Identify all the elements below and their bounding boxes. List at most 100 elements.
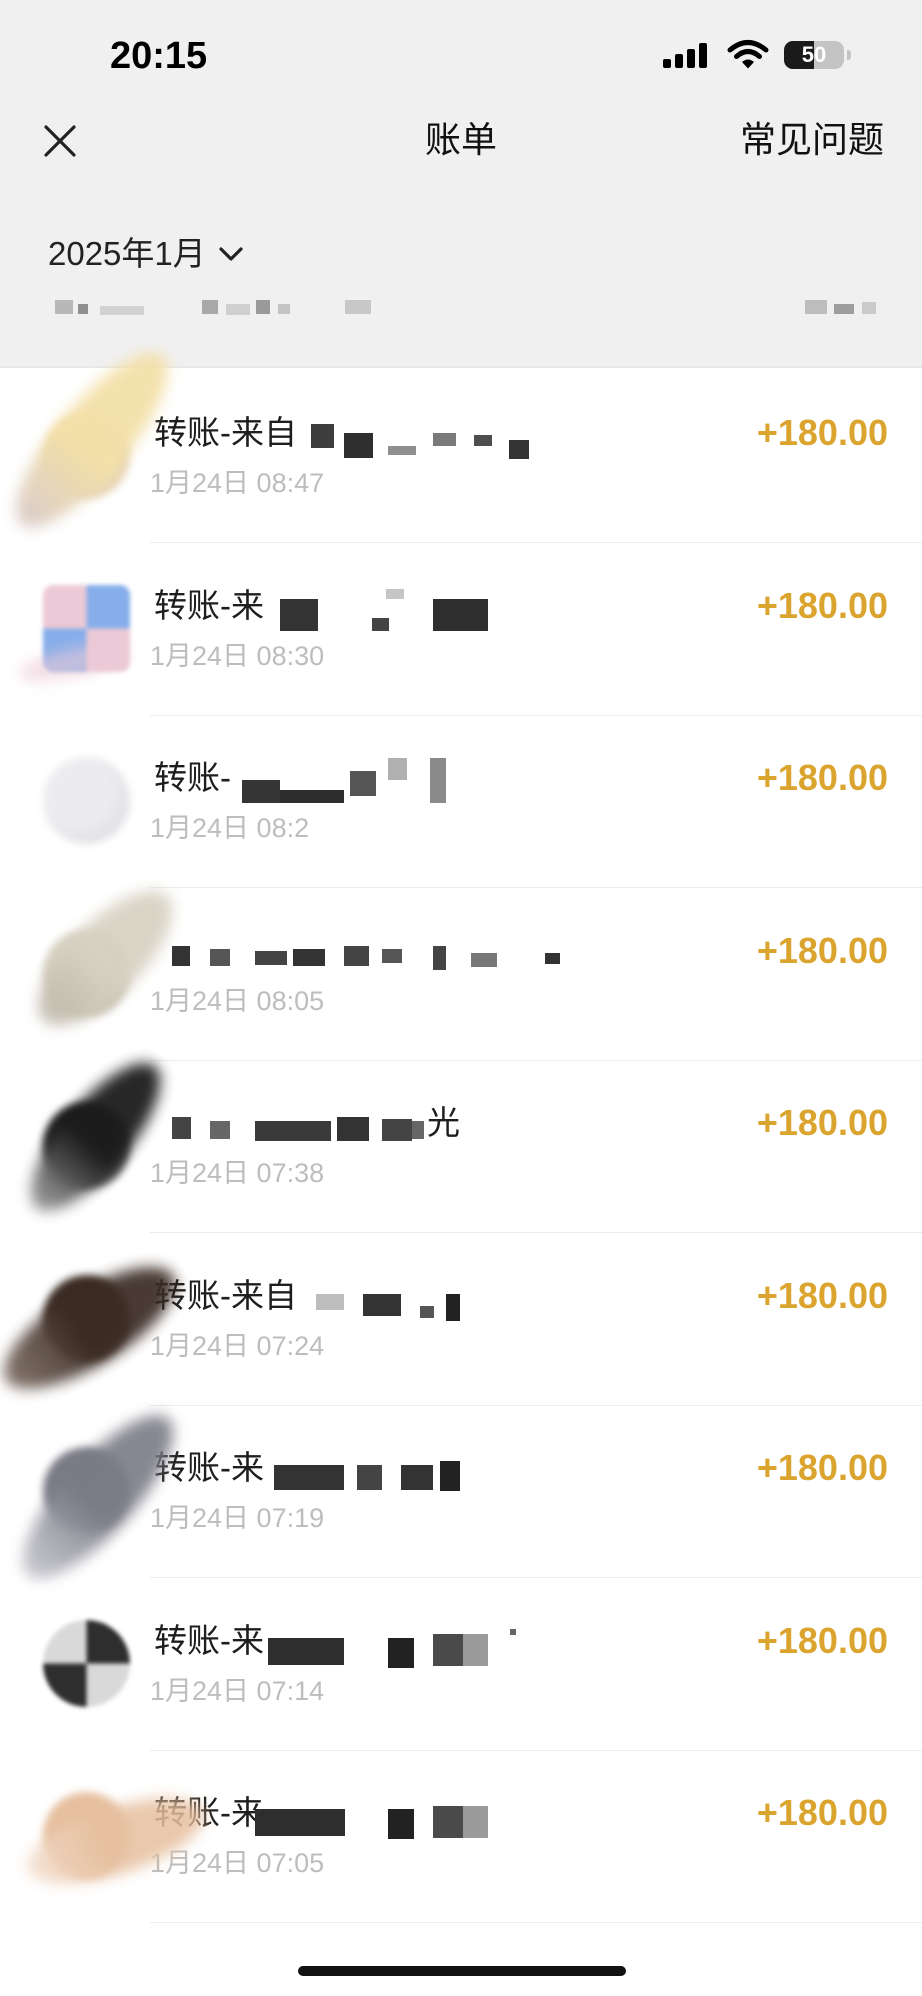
redaction-block [202, 300, 218, 314]
transaction-date: 1月24日 08:30 [150, 640, 325, 671]
redaction-block [382, 1119, 412, 1141]
redaction-mosaic [0, 544, 922, 716]
transaction-amount: +180.00 [756, 929, 888, 971]
redaction-block [471, 952, 497, 967]
transaction-amount: +180.00 [756, 1619, 888, 1661]
transaction-date: 1月24日 07:24 [150, 1330, 325, 1361]
avatar [43, 1102, 130, 1189]
wifi-icon [727, 40, 769, 69]
redaction-block [463, 1633, 488, 1666]
transaction-row[interactable]: 转账- 1月24日 08:2 +180.00 [0, 716, 922, 888]
transaction-date: 1月24日 07:19 [150, 1503, 325, 1533]
redaction-block [274, 1465, 344, 1490]
transaction-row[interactable]: 转账-来 1月24日 08:30 +180.00 [0, 544, 922, 716]
redaction-block [433, 598, 488, 631]
redaction-block [834, 304, 854, 314]
redaction-block [344, 433, 373, 458]
redaction-block [172, 1117, 191, 1139]
redaction-mosaic [0, 1061, 922, 1233]
transaction-title: 转账-来 [154, 586, 264, 624]
redaction-block [280, 790, 344, 803]
redaction-block [210, 1121, 230, 1139]
redaction-block [401, 1465, 433, 1490]
redaction-block [805, 300, 827, 314]
cellular-signal-icon [663, 42, 711, 68]
transaction-title: 转账-来自 [154, 414, 297, 451]
transaction-amount: +180.00 [756, 1102, 888, 1143]
transaction-row[interactable]: 转账-来 1月24日 07:05 +180.00 [0, 1751, 922, 1923]
redaction-block [255, 1809, 345, 1836]
redaction-block [344, 945, 369, 966]
redaction-block [350, 771, 376, 796]
battery-icon: 50 [784, 41, 844, 69]
redaction-block [100, 306, 144, 315]
faq-link[interactable]: 常见问题 [740, 118, 884, 162]
chevron-down-icon [219, 247, 243, 261]
transaction-amount: +180.00 [756, 1792, 888, 1833]
header-divider [0, 366, 922, 368]
redaction-block [255, 1121, 331, 1141]
redaction-mosaic [0, 1751, 922, 1923]
redaction-block [433, 1633, 463, 1666]
redaction-block [357, 1465, 382, 1490]
month-label: 2025年1月 [48, 235, 206, 272]
transaction-amount: +180.00 [756, 584, 888, 626]
avatar [43, 929, 130, 1017]
redaction-block [446, 1293, 460, 1321]
redaction-block [474, 435, 492, 446]
transaction-date: 1月24日 08:47 [150, 468, 325, 498]
transaction-title: 转账-来自 [154, 1276, 297, 1314]
redaction-block [420, 1305, 434, 1318]
transaction-amount: +180.00 [756, 1274, 888, 1316]
redaction-block [388, 1809, 414, 1839]
redaction-block [433, 433, 456, 446]
transaction-date: 1月24日 08:2 [150, 813, 310, 843]
redaction-block [510, 1628, 516, 1635]
redaction-block [278, 304, 290, 314]
transaction-date: 1月24日 07:38 [150, 1158, 325, 1188]
redaction-mosaic [0, 1579, 922, 1751]
transaction-date: 1月24日 07:14 [150, 1675, 325, 1706]
redaction-block [78, 304, 88, 314]
redaction-block [311, 424, 334, 448]
redaction-block [242, 780, 280, 803]
redaction-block [255, 950, 287, 965]
redaction-block [210, 948, 230, 966]
redaction-block [430, 758, 446, 803]
transaction-date: 1月24日 08:05 [150, 985, 325, 1016]
battery-level: 50 [801, 42, 827, 67]
redaction-block [55, 300, 73, 314]
home-indicator[interactable] [298, 1966, 626, 1976]
avatar [43, 1619, 130, 1707]
avatar [43, 1792, 130, 1879]
redaction-block [862, 302, 876, 314]
redaction-block [337, 1117, 369, 1141]
redaction-block [463, 1806, 488, 1838]
transaction-title: 转账-来 [154, 1621, 264, 1659]
redaction-block [382, 948, 402, 963]
redaction-block [226, 304, 250, 315]
avatar [43, 584, 130, 672]
redaction-block [440, 1461, 460, 1491]
transaction-row[interactable]: 转账-来自 1月24日 07:24 +180.00 [0, 1234, 922, 1412]
redaction-block [545, 952, 560, 964]
transaction-row[interactable]: 转账-来 1月24日 07:14 +180.00 [0, 1579, 922, 1751]
redaction-block [412, 1121, 424, 1139]
month-selector[interactable]: 2025年1月 [48, 234, 244, 274]
transaction-row[interactable]: 1月24日 08:05 +180.00 [0, 869, 922, 1061]
transaction-title: 转账-来 [154, 1449, 264, 1486]
redaction-mosaic [0, 1406, 922, 1578]
transaction-row[interactable]: 光 1月24日 07:38 +180.00 [0, 1044, 922, 1233]
transaction-row[interactable]: 转账-来自 1月24日 08:47 +180.00 [0, 332, 922, 548]
redaction-mosaic [0, 1234, 922, 1406]
redaction-block [388, 1637, 414, 1668]
transaction-title: 转账-来 [154, 1794, 264, 1831]
status-time: 20:15 [110, 35, 208, 77]
redaction-block [280, 598, 318, 631]
redaction-block [388, 758, 407, 780]
redaction-block [433, 1806, 463, 1838]
transaction-list: 转账-来自 1月24日 08:47 +180.00 转账-来 1月24日 08:… [0, 332, 922, 1924]
avatar [43, 1447, 130, 1534]
transaction-row[interactable]: 转账-来 1月24日 07:19 +180.00 [0, 1394, 922, 1600]
transaction-title: 转账- [154, 759, 231, 796]
